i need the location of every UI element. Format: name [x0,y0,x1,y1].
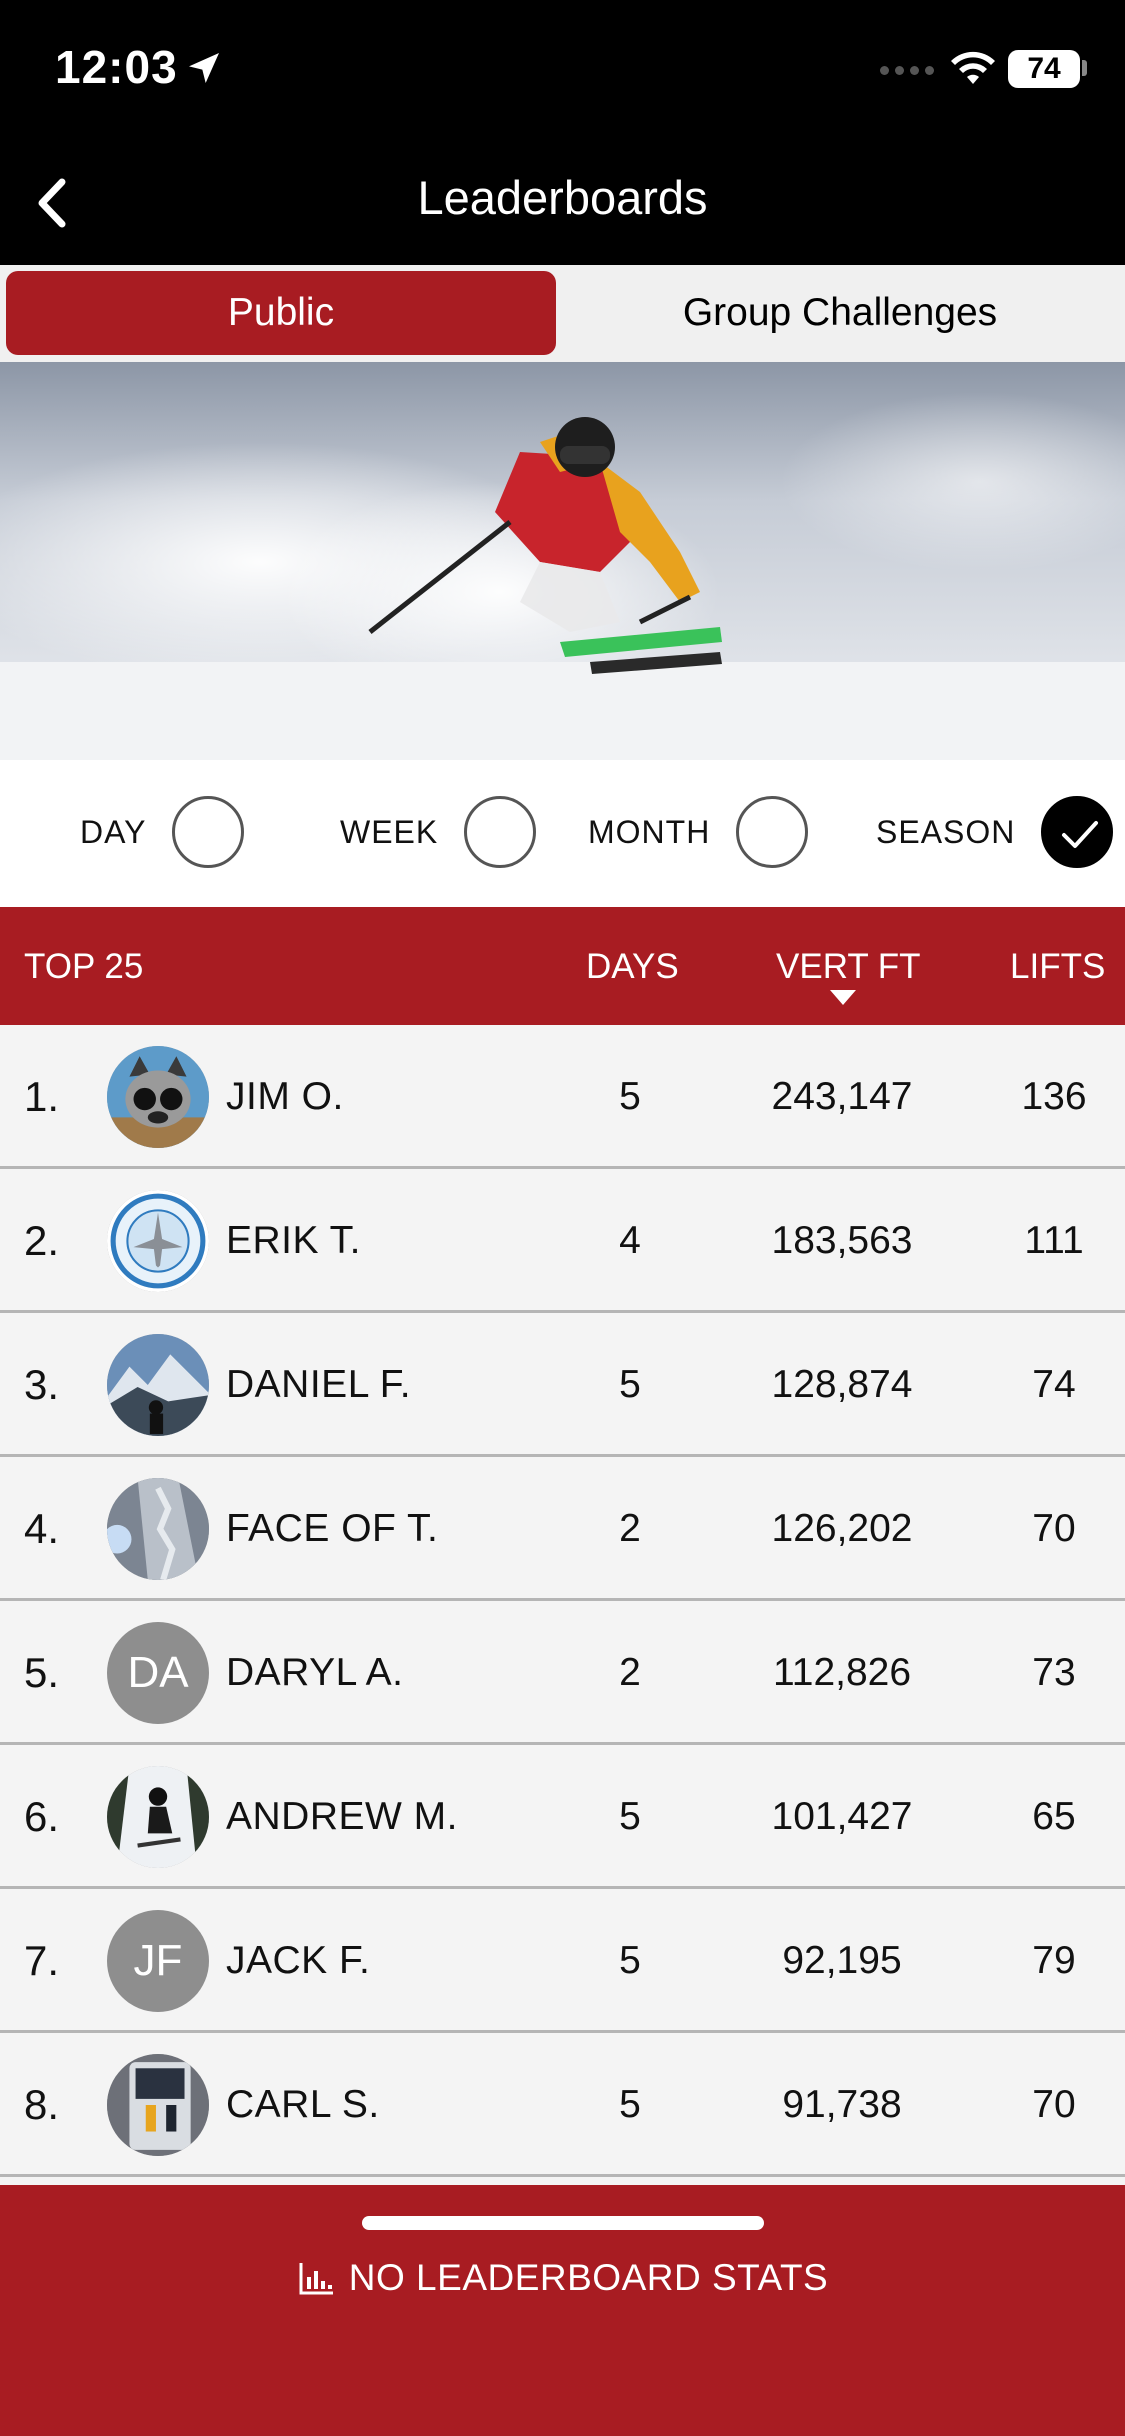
row-vert-ft: 126,202 [771,1507,913,1550]
filter-week[interactable]: WEEK [340,796,537,868]
row-days: 4 [619,1219,641,1262]
row-vert-ft: 92,195 [782,1939,902,1982]
initials-avatar: JF [107,1910,209,2012]
filter-week-label: WEEK [340,813,439,850]
nav-bar: Leaderboards [0,140,1125,265]
row-days: 5 [619,2083,641,2126]
row-vert-ft: 112,826 [772,1651,912,1694]
row-name: DARYL A. [226,1651,404,1694]
filter-month-label: MONTH [588,813,711,850]
leaderboard-list: 1. JIM O. 5 243,147 136 2. ERIK T. 4 183… [0,1025,1125,2185]
row-days: 2 [619,1507,641,1550]
row-lifts: 73 [1032,1651,1076,1694]
leaderboard-header: TOP 25 DAYS VERT FT LIFTS [0,907,1125,1025]
cellular-signal-icon [880,66,934,75]
table-row[interactable]: 6. ANDREW M. 5 101,427 65 [0,1745,1125,1889]
squadron-patch-avatar-icon [107,1190,209,1292]
header-lifts[interactable]: LIFTS [1010,947,1105,987]
row-vert-ft: 243,147 [771,1075,913,1118]
row-lifts: 79 [1032,1939,1076,1982]
skier-photo-avatar-icon [107,1766,209,1868]
filter-season-radio[interactable] [1041,796,1114,868]
row-name: ERIK T. [226,1219,361,1262]
row-rank: 4. [24,1505,60,1552]
row-days: 5 [619,1075,641,1118]
tab-group-challenges[interactable]: Group Challenges [562,271,1118,355]
status-time: 12:03 [55,41,178,93]
row-days: 5 [619,1939,641,1982]
row-rank: 8. [24,2081,60,2128]
row-name: CARL S. [226,2083,380,2126]
no-leaderboard-stats-label: NO LEADERBOARD STATS [348,2257,829,2298]
row-rank: 7. [24,1937,60,1984]
row-lifts: 111 [1024,1219,1084,1262]
row-days: 5 [619,1795,641,1838]
table-row[interactable]: 4. FACE OF T. 2 126,202 70 [0,1457,1125,1601]
location-arrow-icon [189,53,219,83]
filter-day-radio[interactable] [172,796,245,868]
tab-public[interactable]: Public [6,271,556,355]
row-days: 2 [619,1651,641,1694]
row-rank: 3. [24,1361,60,1408]
row-lifts: 65 [1032,1795,1076,1838]
wifi-icon [951,51,995,84]
row-name: FACE OF T. [226,1507,439,1550]
row-rank: 1. [24,1073,60,1120]
row-vert-ft: 101,427 [771,1795,913,1838]
row-lifts: 74 [1032,1363,1076,1406]
bar-chart-icon [299,2263,333,2295]
battery-icon: 74 [1008,50,1080,88]
page-title: Leaderboards [417,171,708,224]
segmented-control: Public Group Challenges [0,265,1125,362]
raccoon-avatar-icon [107,1046,209,1148]
table-row[interactable]: 7. JF JACK F. 5 92,195 79 [0,1889,1125,2033]
row-lifts: 70 [1032,2083,1076,2126]
row-days: 5 [619,1363,641,1406]
row-rank: 2. [24,1217,60,1264]
no-leaderboard-stats-button[interactable]: NO LEADERBOARD STATS [0,2257,1125,2299]
battery-tip [1082,60,1087,76]
hero-image [0,362,1125,760]
row-name: DANIEL F. [226,1363,412,1406]
snow-face-avatar-icon [107,1478,209,1580]
table-row[interactable]: 1. JIM O. 5 243,147 136 [0,1025,1125,1169]
row-rank: 6. [24,1793,60,1840]
row-rank: 5. [24,1649,60,1696]
filter-day[interactable]: DAY [80,796,245,868]
sort-descending-icon [830,990,856,1005]
row-lifts: 136 [1021,1075,1087,1118]
table-row[interactable]: 2. ERIK T. 4 183,563 111 [0,1169,1125,1313]
mountain-photo-avatar-icon [107,1334,209,1436]
initials-avatar: DA [107,1622,209,1724]
table-row[interactable]: 8. CARL S. 5 91,738 70 [0,2033,1125,2177]
filter-day-label: DAY [80,813,147,850]
checkmark-icon [1062,821,1099,848]
filter-month-radio[interactable] [736,796,809,868]
row-vert-ft: 183,563 [771,1219,913,1262]
status-bar: 12:03 74 [0,0,1125,140]
period-filter-bar: DAY WEEK MONTH SEASON [0,760,1125,907]
row-lifts: 70 [1032,1507,1076,1550]
row-name: JIM O. [226,1075,344,1118]
row-vert-ft: 128,874 [771,1363,913,1406]
filter-season-label: SEASON [876,813,1016,850]
bus-photo-avatar-icon [107,2054,209,2156]
row-vert-ft: 91,738 [782,2083,902,2126]
row-name: JACK F. [226,1939,371,1982]
table-row[interactable]: 5. DA DARYL A. 2 112,826 73 [0,1601,1125,1745]
filter-week-radio[interactable] [464,796,537,868]
header-top-25: TOP 25 [24,947,144,986]
home-indicator[interactable] [362,2216,764,2230]
header-days[interactable]: DAYS [586,947,679,987]
table-row[interactable]: 3. DANIEL F. 5 128,874 74 [0,1313,1125,1457]
filter-month[interactable]: MONTH [588,796,809,868]
row-name: ANDREW M. [226,1795,458,1838]
filter-season[interactable]: SEASON [876,796,1114,868]
header-vert-ft[interactable]: VERT FT [776,947,921,987]
